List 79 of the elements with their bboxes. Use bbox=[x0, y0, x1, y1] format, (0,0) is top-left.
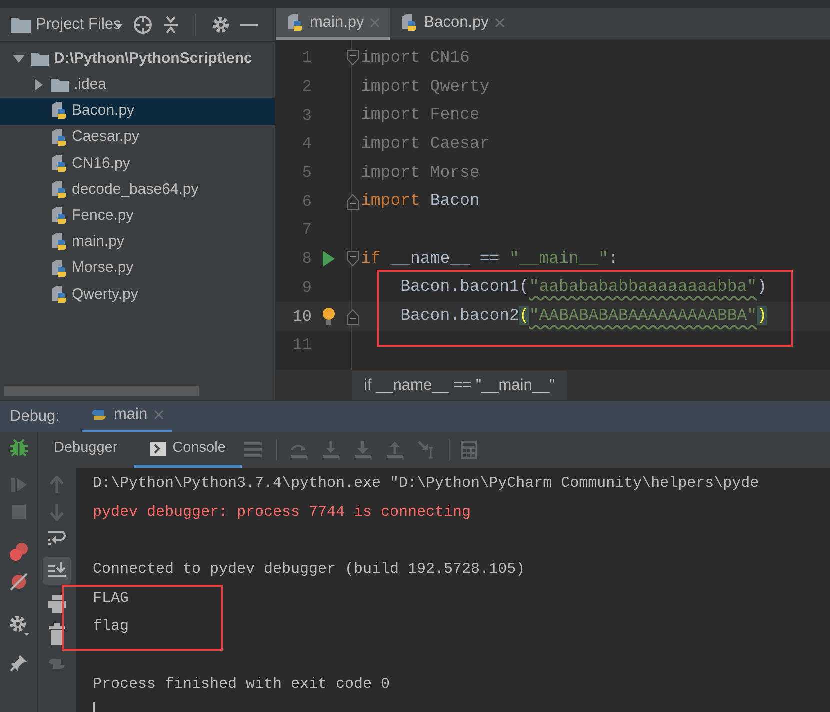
folder-icon bbox=[30, 51, 50, 68]
python-file-icon bbox=[286, 12, 304, 32]
fold-icon[interactable] bbox=[347, 308, 360, 325]
code-line: import Qwerty bbox=[361, 76, 490, 98]
code-line: Bacon.bacon2("AABABABABAAAAAAAAABBA") bbox=[400, 305, 767, 328]
settings-icon[interactable] bbox=[212, 16, 230, 34]
fold-icon[interactable] bbox=[347, 50, 360, 66]
fold-icon[interactable] bbox=[347, 194, 360, 210]
line-number: 4 bbox=[301, 134, 312, 156]
code-line: import CN16 bbox=[361, 46, 470, 69]
trash-icon[interactable] bbox=[48, 623, 66, 645]
run-icon[interactable] bbox=[322, 251, 335, 268]
collapse-all-icon[interactable] bbox=[163, 16, 180, 34]
editor-tab[interactable]: Bacon.py bbox=[390, 8, 515, 40]
folder-item[interactable]: D:\Python\PythonScript\enc bbox=[0, 46, 275, 72]
code-line: if __name__ == "__main__": bbox=[361, 248, 618, 270]
scrollbar[interactable] bbox=[4, 386, 199, 396]
console-line: Connected to pydev debugger (build 192.5728.105) bbox=[93, 560, 526, 580]
line-number: 7 bbox=[301, 220, 312, 242]
fold-icon[interactable] bbox=[347, 251, 360, 268]
line-number: 8 bbox=[301, 249, 312, 270]
line-number: 6 bbox=[301, 192, 312, 213]
bug-icon[interactable] bbox=[8, 438, 28, 458]
python-file-icon bbox=[50, 206, 68, 226]
code-line: import Caesar bbox=[361, 133, 490, 156]
file-item[interactable]: CN16.py bbox=[0, 150, 275, 177]
code-line: import Fence bbox=[361, 104, 480, 126]
file-item[interactable]: Bacon.py bbox=[0, 98, 275, 125]
python-file-icon bbox=[50, 101, 68, 122]
folder-icon bbox=[10, 16, 32, 34]
locate-icon[interactable] bbox=[133, 14, 154, 34]
line-number: 11 bbox=[292, 335, 312, 356]
file-item[interactable]: main.py bbox=[0, 229, 275, 256]
soft-wrap-icon[interactable] bbox=[47, 530, 67, 548]
breadcrumb[interactable]: if __name__ == "__main__" bbox=[352, 371, 568, 400]
code-line: import Morse bbox=[361, 162, 480, 184]
debug-tab[interactable]: Debugger bbox=[38, 432, 134, 468]
console-line: D:\Python\Python3.7.4\python.exe "D:\Python\PyCharm Community\helpers\pyde bbox=[93, 474, 760, 494]
minimize-icon[interactable] bbox=[240, 22, 258, 26]
panel-title: Debug: bbox=[10, 406, 61, 427]
line-number: 2 bbox=[301, 77, 312, 98]
print-icon[interactable] bbox=[47, 594, 67, 614]
collapsed-arrow-icon[interactable] bbox=[34, 79, 44, 92]
python-file-icon bbox=[50, 232, 68, 252]
file-item[interactable]: Caesar.py bbox=[0, 124, 275, 151]
line-number: 3 bbox=[301, 106, 312, 127]
lightbulb-icon[interactable] bbox=[322, 306, 336, 327]
python-file-icon bbox=[50, 284, 68, 305]
file-item[interactable]: Qwerty.py bbox=[0, 282, 275, 308]
settings-icon[interactable] bbox=[8, 614, 30, 636]
pin-icon[interactable] bbox=[10, 654, 28, 672]
folder-item[interactable]: .idea bbox=[0, 72, 275, 98]
python-file-icon bbox=[50, 128, 68, 148]
console-icon bbox=[150, 442, 166, 456]
breakpoints-icon[interactable] bbox=[8, 542, 28, 562]
error-line: pydev debugger: process 7744 is connecting bbox=[93, 502, 472, 523]
line-number: 9 bbox=[301, 278, 312, 299]
close-icon[interactable] bbox=[154, 410, 164, 420]
mute-breakpoints-icon[interactable] bbox=[8, 572, 28, 592]
editor-tab[interactable]: main.py bbox=[276, 8, 390, 40]
code-line: import Bacon bbox=[361, 190, 480, 212]
python-file-icon bbox=[50, 180, 68, 200]
code-line: Bacon.bacon1("aababababbaaaaaaaabba") bbox=[400, 276, 767, 298]
console-line: flag bbox=[93, 617, 130, 638]
python-file-icon bbox=[400, 12, 418, 32]
python-file-icon bbox=[50, 154, 68, 174]
file-item[interactable]: Fence.py bbox=[0, 203, 275, 230]
folder-icon bbox=[50, 77, 70, 94]
python-file-icon bbox=[50, 258, 68, 279]
line-number: 10 bbox=[292, 306, 312, 328]
line-number: 1 bbox=[301, 48, 312, 70]
console-line: Process finished with exit code 0 bbox=[93, 674, 392, 695]
file-item[interactable]: decode_base64.py bbox=[0, 176, 275, 204]
scroll-to-end-icon[interactable] bbox=[43, 557, 71, 585]
file-item[interactable]: Morse.py bbox=[0, 256, 275, 282]
close-icon[interactable] bbox=[494, 18, 505, 28]
line-number: 5 bbox=[301, 163, 312, 184]
console-line: FLAG bbox=[93, 588, 130, 609]
expanded-arrow-icon[interactable] bbox=[13, 54, 25, 64]
